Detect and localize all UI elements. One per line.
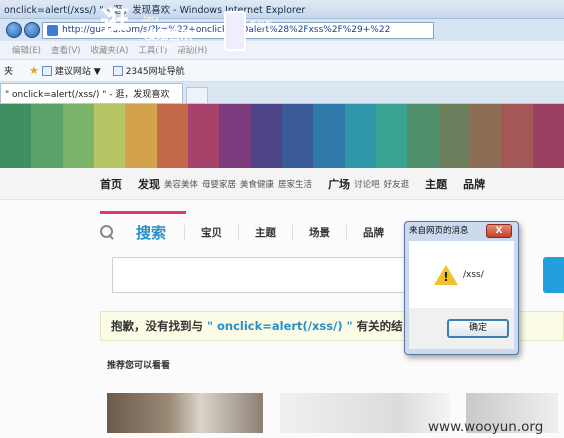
banner-stripe: [281, 104, 314, 168]
recommend-thumbnail[interactable]: [280, 393, 450, 433]
banner-stripe: [187, 104, 220, 168]
accent-bar: [100, 211, 186, 214]
banner-stripe: [469, 104, 502, 168]
recommend-thumbnail[interactable]: [107, 393, 263, 433]
banner-stripe: [438, 104, 470, 168]
dialog-message: /xss/: [463, 270, 484, 280]
favorite-2345[interactable]: 2345网址导航: [112, 64, 185, 77]
nav-square[interactable]: 广场: [328, 176, 350, 192]
dialog-title: 来自网页的消息: [409, 226, 469, 236]
banner-stripe: [125, 104, 157, 168]
recommend-heading: 推荐您可以看看: [107, 361, 171, 371]
no-results-prefix: 抱歉，没有找到与: [111, 319, 203, 333]
nav-discover[interactable]: 发现: [138, 176, 160, 192]
alert-dialog: 来自网页的消息 X ! /xss/ 确定: [404, 221, 519, 355]
no-results-message-tail: [520, 311, 564, 341]
site-icon: [41, 65, 52, 76]
tab-themes[interactable]: 主题: [238, 224, 292, 240]
star-icon[interactable]: ★: [29, 64, 39, 77]
menu-item-favorites[interactable]: 收藏夹(A): [90, 44, 128, 56]
site-logo[interactable]: 逛: [100, 9, 130, 39]
tagline-text: 发现喜欢: [144, 28, 193, 42]
tab-scenes[interactable]: 场景: [292, 224, 346, 240]
nav-sub-discuss[interactable]: 讨论吧: [354, 178, 380, 190]
site-banner: [0, 104, 564, 168]
nav-sub-friends[interactable]: 好友逛: [384, 178, 410, 190]
nav-theme[interactable]: 主题: [425, 176, 447, 192]
tab-label: " onclick=alert(/xss/) " - 逛，发现喜欢: [5, 90, 170, 100]
search-icon: [100, 225, 114, 239]
banner-stripe: [62, 104, 94, 168]
main-nav: 首页 发现 美容美体 母婴家居 美食健康 居家生活 广场 讨论吧 好友逛 主题 …: [0, 168, 564, 200]
banner-stripe: [93, 104, 126, 168]
favorite-suggested-sites[interactable]: 建议网站 ▼: [41, 64, 101, 77]
nav-sub-food[interactable]: 美食健康: [240, 178, 274, 190]
beta-label: beta: [143, 15, 159, 23]
search-button[interactable]: [543, 257, 564, 293]
site-icon: [112, 65, 123, 76]
tab-search[interactable]: 搜索: [136, 222, 166, 243]
nav-sub-beauty[interactable]: 美容美体: [164, 178, 198, 190]
favorite-label: 建议网站 ▼: [54, 67, 101, 77]
tab-bar: " onclick=alert(/xss/) " - 逛，发现喜欢: [0, 82, 564, 104]
site-domain: Guang.com: [155, 41, 201, 50]
menu-item-edit[interactable]: 编辑(E): [12, 44, 41, 56]
back-button[interactable]: [6, 22, 22, 38]
nav-home[interactable]: 首页: [100, 176, 122, 192]
dialog-footer: 确定: [409, 308, 514, 349]
menu-bar: 编辑(E) 查看(V) 收藏夹(A) 工具(T) 帮助(H): [0, 41, 564, 60]
watermark: www.wooyun.org: [428, 419, 544, 435]
banner-stripe: [31, 104, 63, 168]
tab-brands[interactable]: 品牌: [346, 224, 400, 240]
banner-stripe: [156, 104, 188, 168]
favorite-label: 2345网址导航: [125, 67, 185, 77]
forward-button[interactable]: [24, 22, 40, 38]
address-row: http://guang.com/s/?k=%22+onclick%3Daler…: [0, 19, 564, 41]
mobile-link[interactable]: 手机版: [249, 19, 273, 30]
no-results-suffix: 有关的结: [356, 319, 403, 333]
banner-stripe: [250, 104, 282, 168]
no-results-query: " onclick=alert(/xss/) ": [207, 319, 353, 333]
nav-brand[interactable]: 品牌: [463, 176, 485, 192]
banner-stripe: [407, 104, 439, 168]
favorites-label[interactable]: 夹: [4, 64, 13, 77]
new-tab-button[interactable]: [186, 87, 208, 103]
warning-icon-mark: !: [443, 270, 449, 284]
banner-stripe: [219, 104, 251, 168]
nav-sub-home[interactable]: 居家生活: [278, 178, 312, 190]
window-title: onclick=alert(/xss/) " - 逛，发现喜欢 - Window…: [4, 5, 306, 16]
banner-stripe: [313, 104, 345, 168]
ok-button[interactable]: 确定: [447, 319, 509, 338]
banner-stripe: [344, 104, 376, 168]
window-title-bar: onclick=alert(/xss/) " - 逛，发现喜欢 - Window…: [0, 0, 564, 19]
search-input[interactable]: [112, 257, 412, 293]
close-icon[interactable]: X: [486, 224, 512, 238]
banner-stripe: [532, 104, 564, 168]
tab-active[interactable]: " onclick=alert(/xss/) " - 逛，发现喜欢: [0, 83, 183, 103]
search-tabs: 搜索 宝贝 主题 场景 品牌: [100, 220, 400, 244]
banner-stripe: [0, 104, 32, 168]
tab-items[interactable]: 宝贝: [184, 224, 238, 240]
nav-sub-baby[interactable]: 母婴家居: [202, 178, 236, 190]
menu-item-view[interactable]: 查看(V): [51, 44, 80, 56]
dialog-body: ! /xss/: [409, 241, 514, 308]
banner-stripe: [501, 104, 533, 168]
favorites-bar: 夹 ★ 建议网站 ▼ 2345网址导航: [0, 60, 564, 82]
banner-stripe: [375, 104, 408, 168]
no-results-message: 抱歉，没有找到与 " onclick=alert(/xss/) " 有关的结: [100, 311, 410, 341]
page-icon: [47, 24, 58, 36]
phone-icon[interactable]: [224, 11, 246, 51]
